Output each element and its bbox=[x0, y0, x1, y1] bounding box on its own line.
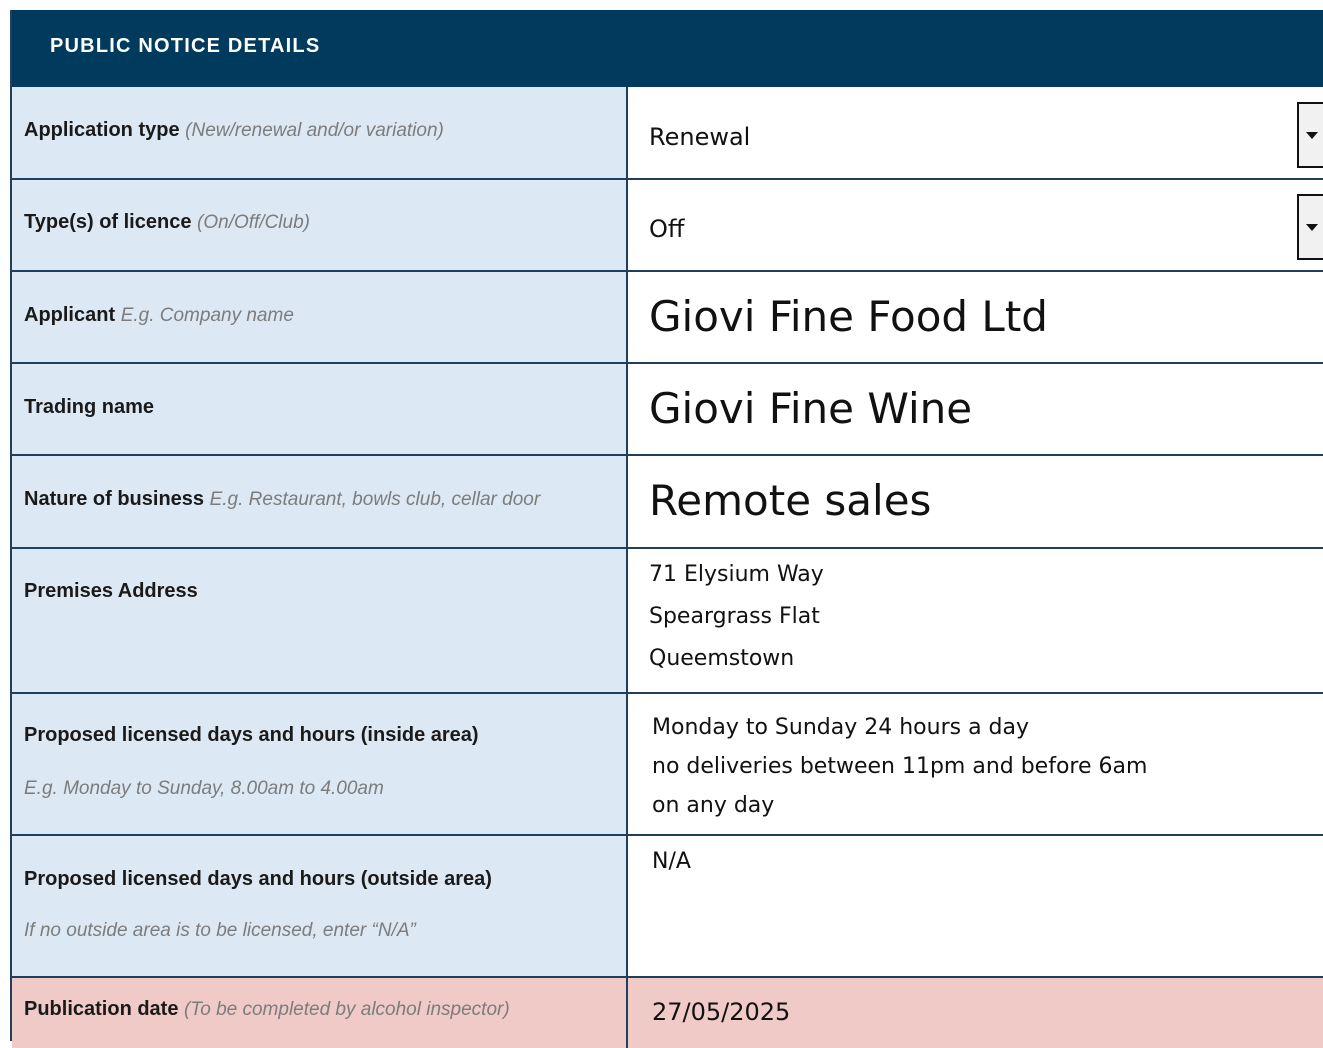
field-label: Proposed licensed days and hours (outsid… bbox=[24, 868, 492, 890]
hours-text: Monday to Sunday 24 hours a day no deliv… bbox=[652, 708, 1147, 825]
row-premises-address: Premises Address 71 Elysium Way Speargra… bbox=[12, 549, 1323, 694]
label-cell: Applicant E.g. Company name bbox=[12, 272, 628, 362]
publication-date-input[interactable]: 27/05/2025 bbox=[628, 978, 1323, 1048]
licence-type-select[interactable]: Off bbox=[628, 180, 1323, 270]
label-cell: Trading name bbox=[12, 364, 628, 454]
public-notice-form: PUBLIC NOTICE DETAILS Application type (… bbox=[10, 10, 1323, 1048]
section-title: PUBLIC NOTICE DETAILS bbox=[50, 35, 321, 57]
trading-name-input[interactable]: Giovi Fine Wine bbox=[628, 364, 1323, 454]
label-cell: Premises Address bbox=[12, 549, 628, 692]
field-hint: (On/Off/Club) bbox=[197, 212, 310, 233]
field-hint: E.g. Company name bbox=[120, 305, 294, 326]
row-applicant: Applicant E.g. Company name Giovi Fine F… bbox=[12, 272, 1323, 364]
field-hint: E.g. Monday to Sunday, 8.00am to 4.00am bbox=[24, 778, 384, 799]
row-hours-inside: Proposed licensed days and hours (inside… bbox=[12, 694, 1323, 836]
label-cell: Application type (New/renewal and/or var… bbox=[12, 87, 628, 178]
field-value: 27/05/2025 bbox=[652, 998, 791, 1026]
address-line: Speargrass Flat bbox=[649, 604, 820, 629]
label-cell: Proposed licensed days and hours (outsid… bbox=[12, 836, 628, 976]
field-label: Publication date bbox=[24, 998, 179, 1020]
label-cell: Type(s) of licence (On/Off/Club) bbox=[12, 180, 628, 270]
row-application-type: Application type (New/renewal and/or var… bbox=[12, 87, 1323, 180]
row-publication-date: Publication date (To be completed by alc… bbox=[12, 978, 1323, 1048]
applicant-input[interactable]: Giovi Fine Food Ltd bbox=[628, 272, 1323, 362]
row-hours-outside: Proposed licensed days and hours (outsid… bbox=[12, 836, 1323, 978]
field-value: Off bbox=[649, 215, 685, 243]
label-cell: Nature of business E.g. Restaurant, bowl… bbox=[12, 456, 628, 547]
address-line: 71 Elysium Way bbox=[649, 562, 824, 587]
field-hint: (New/renewal and/or variation) bbox=[185, 120, 444, 141]
row-trading-name: Trading name Giovi Fine Wine bbox=[12, 364, 1323, 456]
hours-inside-input[interactable]: Monday to Sunday 24 hours a day no deliv… bbox=[628, 694, 1323, 834]
field-value: Giovi Fine Wine bbox=[649, 384, 973, 433]
label-cell: Publication date (To be completed by alc… bbox=[12, 978, 628, 1048]
section-header: PUBLIC NOTICE DETAILS bbox=[12, 10, 1323, 87]
field-label: Premises Address bbox=[24, 580, 198, 602]
field-value: N/A bbox=[652, 849, 691, 874]
address-text: 71 Elysium Way Speargrass Flat Queemstow… bbox=[649, 554, 824, 680]
field-hint: If no outside area is to be licensed, en… bbox=[24, 920, 416, 941]
field-label: Nature of business bbox=[24, 488, 205, 510]
field-value: Renewal bbox=[649, 123, 751, 151]
row-licence-type: Type(s) of licence (On/Off/Club) Off bbox=[12, 180, 1323, 272]
field-value: Remote sales bbox=[649, 476, 932, 525]
field-hint: (To be completed by alcohol inspector) bbox=[184, 999, 510, 1020]
label-cell: Proposed licensed days and hours (inside… bbox=[12, 694, 628, 834]
hours-line: on any day bbox=[652, 793, 775, 818]
premises-address-input[interactable]: 71 Elysium Way Speargrass Flat Queemstow… bbox=[628, 549, 1323, 692]
hours-outside-input[interactable]: N/A bbox=[628, 836, 1323, 976]
dropdown-arrow-icon[interactable] bbox=[1297, 102, 1323, 168]
field-label: Applicant bbox=[24, 304, 116, 326]
address-line: Queemstown bbox=[649, 646, 795, 671]
row-nature-of-business: Nature of business E.g. Restaurant, bowl… bbox=[12, 456, 1323, 549]
hours-line: no deliveries between 11pm and before 6a… bbox=[652, 754, 1148, 779]
field-value: Giovi Fine Food Ltd bbox=[649, 292, 1048, 341]
nature-of-business-input[interactable]: Remote sales bbox=[628, 456, 1323, 547]
field-label: Trading name bbox=[24, 396, 155, 418]
field-label: Application type bbox=[24, 119, 180, 141]
dropdown-arrow-icon[interactable] bbox=[1297, 194, 1323, 260]
field-label: Type(s) of licence bbox=[24, 211, 192, 233]
hours-line: Monday to Sunday 24 hours a day bbox=[652, 715, 1030, 740]
field-hint: E.g. Restaurant, bowls club, cellar door bbox=[209, 489, 541, 510]
field-label: Proposed licensed days and hours (inside… bbox=[24, 724, 479, 746]
application-type-select[interactable]: Renewal bbox=[628, 87, 1323, 178]
